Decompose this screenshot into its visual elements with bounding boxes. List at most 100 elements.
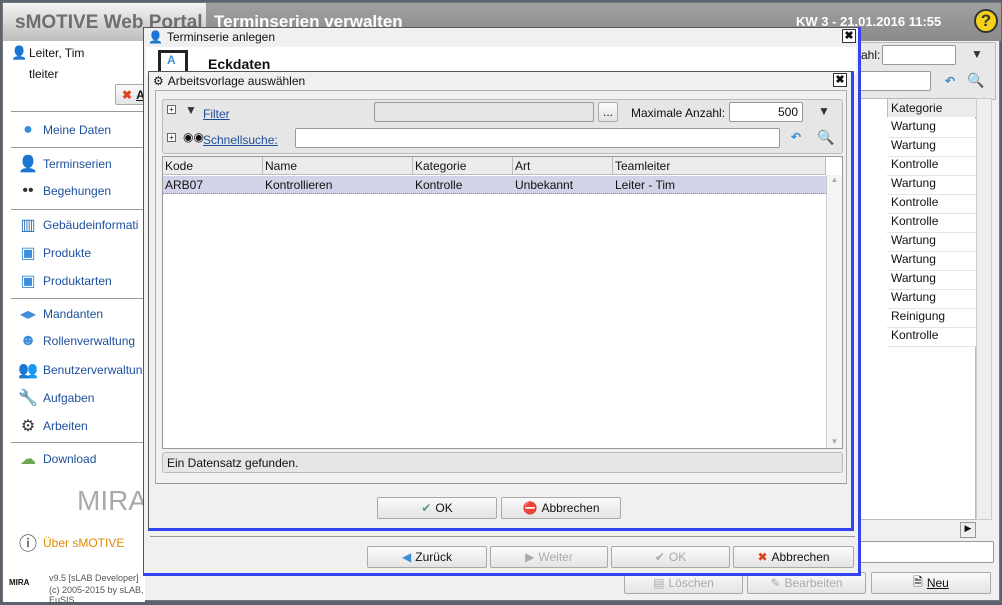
gear-icon: ⚙ <box>20 418 36 435</box>
copyright: (c) 2005-2015 by sLAB, EuSIS <box>49 585 144 605</box>
column-header-art[interactable]: Art <box>513 157 613 175</box>
table-row[interactable]: ARB07 Kontrollieren Kontrolle Unbekannt … <box>163 176 826 194</box>
delete-icon: ▤ <box>653 576 665 590</box>
background-category-cell[interactable]: Kontrolle <box>887 195 977 214</box>
filter-input[interactable] <box>374 102 594 122</box>
ok-button[interactable]: ✔ OK <box>377 497 497 519</box>
user-login: tleiter <box>29 67 59 81</box>
background-category-cell[interactable]: Kontrolle <box>887 214 977 233</box>
status-bar: Ein Datensatz gefunden. <box>162 452 843 473</box>
user-icon: ● <box>23 121 33 138</box>
product-type-icon: ▣ <box>20 273 36 290</box>
user-avatar-icon: 👤 <box>11 45 28 60</box>
section-title: Eckdaten <box>208 56 271 72</box>
column-header-kode[interactable]: Kode <box>163 157 263 175</box>
background-category-cell[interactable]: Kontrolle <box>887 157 977 176</box>
sidebar-item-aufgaben[interactable]: 🔧 Aufgaben <box>17 388 94 408</box>
table-header: Kode Name Kategorie Art Teamleiter <box>163 157 826 175</box>
background-category-cell[interactable]: Wartung <box>887 290 977 309</box>
background-scrollbar[interactable] <box>976 98 992 520</box>
close-icon: ✖ <box>122 87 133 102</box>
arrow-left-icon: ◀ <box>402 550 412 564</box>
background-filter-panel: ahl: ▼ ↶ 🔍 <box>858 42 996 100</box>
info-icon: ⓘ <box>19 534 37 554</box>
column-header-teamleiter[interactable]: Teamleiter <box>613 157 826 175</box>
background-category-cell[interactable]: Wartung <box>887 233 977 252</box>
next-button[interactable]: ▶ Weiter <box>490 546 608 568</box>
quicksearch-input[interactable] <box>295 128 780 148</box>
sidebar-item-produktarten[interactable]: ▣ Produktarten <box>17 271 111 291</box>
background-category-cell[interactable]: Wartung <box>887 271 977 290</box>
back-button[interactable]: ◀ Zurück <box>367 546 487 568</box>
recurring-user-icon: 👤 <box>18 156 38 173</box>
filter-panel: + ▼ Filter ... Maximale Anzahl: 500 ▼ + … <box>162 99 843 154</box>
column-header-name[interactable]: Name <box>263 157 413 175</box>
quicksearch-label[interactable]: Schnellsuche: <box>203 133 278 147</box>
check-icon: ✔ <box>421 501 432 515</box>
background-search-input[interactable] <box>859 71 931 91</box>
new-document-icon: 🗎 <box>913 574 923 589</box>
no-entry-icon: ⛔ <box>522 501 538 515</box>
cancel-button[interactable]: ⛔ Abbrechen <box>501 497 621 519</box>
reset-icon[interactable]: ↶ <box>945 74 955 88</box>
user-name: Leiter, Tim <box>29 46 85 60</box>
about-link[interactable]: ⓘ Über sMOTIVE <box>17 530 124 556</box>
arbeitsvorlage-dialog: ⚙ Arbeitsvorlage auswählen ✖ + ▼ Filter .… <box>148 71 854 531</box>
filter-apply-icon[interactable]: ▼ <box>818 104 830 118</box>
mira-logo: MIRA <box>77 485 147 516</box>
wrench-icon: 🔧 <box>18 390 38 407</box>
expand-filter-icon[interactable]: + <box>167 105 176 114</box>
background-category-cell[interactable]: Wartung <box>887 119 977 138</box>
background-category-header[interactable]: Kategorie <box>887 99 977 117</box>
cancel-button[interactable]: ✖ Abbrechen <box>733 546 854 568</box>
search-icon[interactable]: 🔍 <box>967 72 984 89</box>
product-icon: ▣ <box>20 245 36 262</box>
new-button[interactable]: 🗎 Neu <box>871 572 991 594</box>
column-header-kategorie[interactable]: Kategorie <box>413 157 513 175</box>
help-icon[interactable]: ? <box>974 9 998 33</box>
version: v9.5 [sLAB Developer] <box>49 573 139 583</box>
sidebar-item-benutzerverwaltung[interactable]: 👥 Benutzerverwaltun <box>17 360 142 380</box>
footprints-icon: •• <box>22 182 34 199</box>
sidebar-item-rollenverwaltung[interactable]: ☻ Rollenverwaltung <box>17 332 135 350</box>
background-category-cell[interactable]: Reinigung <box>887 309 977 328</box>
background-max-input[interactable] <box>882 45 956 65</box>
reset-icon[interactable]: ↶ <box>791 130 801 144</box>
sidebar: 👤 Leiter, Tim tleiter ✖ A ● Meine Daten 👤 T… <box>3 41 155 605</box>
sidebar-item-meine-daten[interactable]: ● Meine Daten <box>17 121 111 139</box>
check-icon: ✔ <box>654 550 665 564</box>
max-input[interactable]: 500 <box>729 102 803 122</box>
close-dialog-button[interactable]: ✖ <box>842 29 856 43</box>
results-table: Kode Name Kategorie Art Teamleiter ARB07… <box>162 156 843 449</box>
background-category-cell[interactable]: Wartung <box>887 176 977 195</box>
background-category-cell[interactable]: Wartung <box>887 138 977 157</box>
dialog-titlebar: ⚙ Arbeitsvorlage auswählen <box>153 74 306 88</box>
edit-icon: ✎ <box>770 576 781 590</box>
search-icon[interactable]: 🔍 <box>817 129 834 146</box>
sidebar-item-mandanten[interactable]: ◂▸ Mandanten <box>17 304 103 324</box>
table-scrollbar[interactable]: ▲ ▼ <box>826 175 842 448</box>
sidebar-item-download[interactable]: ☁ Download <box>17 449 96 469</box>
sidebar-item-terminserien[interactable]: 👤 Terminserien <box>17 154 112 174</box>
scroll-right-icon[interactable]: ▶ <box>960 522 976 538</box>
sidebar-item-arbeiten[interactable]: ⚙ Arbeiten <box>17 416 88 436</box>
user-icon: 👤 <box>148 30 163 44</box>
background-input[interactable] <box>858 541 994 563</box>
filter-label[interactable]: Filter <box>203 107 230 121</box>
ok-button[interactable]: ✔ OK <box>611 546 730 568</box>
close-dialog-button[interactable]: ✖ <box>833 73 847 87</box>
mira-small-logo: MIRA <box>9 578 30 587</box>
max-label: Maximale Anzahl: <box>631 106 726 120</box>
expand-quicksearch-icon[interactable]: + <box>167 133 176 142</box>
filter-more-button[interactable]: ... <box>598 102 618 122</box>
binoculars-icon: ◉◉ <box>183 130 204 144</box>
filter-icon: ▼ <box>185 103 197 117</box>
sidebar-item-gebaeudeinformationen[interactable]: ▥ Gebäudeinformati <box>17 215 138 235</box>
background-category-cell[interactable]: Wartung <box>887 252 977 271</box>
sidebar-item-begehungen[interactable]: •• Begehungen <box>17 182 111 200</box>
background-category-cell[interactable]: Kontrolle <box>887 328 977 347</box>
users-icon: 👥 <box>18 362 38 379</box>
filter-apply-icon[interactable]: ▼ <box>971 47 983 61</box>
sidebar-item-produkte[interactable]: ▣ Produkte <box>17 243 91 263</box>
dialog-titlebar: 👤 Terminserie anlegen <box>148 30 276 44</box>
